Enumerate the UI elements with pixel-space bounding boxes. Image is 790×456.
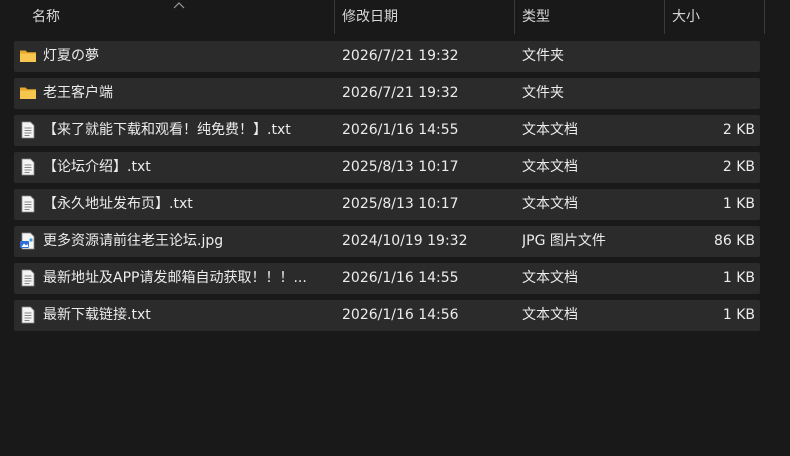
- file-type: 文件夹: [522, 85, 564, 101]
- file-type: 文本文档: [522, 122, 578, 138]
- column-header-type[interactable]: 类型: [516, 0, 664, 34]
- file-type: 文本文档: [522, 307, 578, 323]
- column-divider[interactable]: [514, 0, 515, 34]
- column-header-size[interactable]: 大小: [666, 0, 764, 34]
- text-file-icon: [21, 306, 35, 324]
- file-row[interactable]: 【永久地址发布页】.txt 2025/8/13 10:17 文本文档 1 KB: [14, 189, 760, 220]
- folder-icon: [20, 87, 36, 99]
- file-name: 【论坛介绍】.txt: [43, 159, 151, 175]
- file-explorer: 名称 修改日期 类型 大小 灯夏の夢 2026/7/21 19:32 文件夹 老…: [0, 0, 790, 456]
- file-date: 2025/8/13 10:17: [342, 159, 459, 175]
- file-list: 灯夏の夢 2026/7/21 19:32 文件夹 老王客户端 2026/7/21…: [14, 41, 760, 337]
- file-date: 2026/7/21 19:32: [342, 85, 459, 101]
- file-size: [664, 41, 755, 72]
- file-name: 最新地址及APP请发邮箱自动获取！！！...: [43, 270, 307, 286]
- file-row[interactable]: 最新下载链接.txt 2026/1/16 14:56 文本文档 1 KB: [14, 300, 760, 331]
- file-name: 最新下载链接.txt: [43, 307, 151, 323]
- file-type: 文本文档: [522, 159, 578, 175]
- file-size: 1 KB: [722, 196, 755, 212]
- file-type: 文本文档: [522, 270, 578, 286]
- column-header-date[interactable]: 修改日期: [336, 0, 514, 34]
- file-size: 1 KB: [722, 307, 755, 323]
- file-date: 2026/7/21 19:32: [342, 48, 459, 64]
- file-name: 【来了就能下载和观看！纯免费！】.txt: [43, 122, 291, 138]
- file-row[interactable]: 最新地址及APP请发邮箱自动获取！！！... 2026/1/16 14:55 文…: [14, 263, 760, 294]
- file-size: 2 KB: [722, 122, 755, 138]
- text-file-icon: [21, 158, 35, 176]
- file-date: 2024/10/19 19:32: [342, 233, 468, 249]
- file-type: JPG 图片文件: [522, 233, 606, 249]
- file-type: 文件夹: [522, 48, 564, 64]
- text-file-icon: [21, 269, 35, 287]
- file-date: 2026/1/16 14:55: [342, 270, 459, 286]
- column-divider[interactable]: [764, 0, 765, 34]
- file-size: [664, 78, 755, 109]
- folder-icon: [20, 50, 36, 62]
- text-file-icon: [21, 121, 35, 139]
- file-row[interactable]: 更多资源请前往老王论坛.jpg 2024/10/19 19:32 JPG 图片文…: [14, 226, 760, 257]
- file-name: 老王客户端: [43, 85, 113, 101]
- file-row[interactable]: 老王客户端 2026/7/21 19:32 文件夹: [14, 78, 760, 109]
- file-row[interactable]: 灯夏の夢 2026/7/21 19:32 文件夹: [14, 41, 760, 72]
- file-date: 2026/1/16 14:56: [342, 307, 459, 323]
- file-size: 1 KB: [722, 270, 755, 286]
- image-file-icon: [20, 232, 35, 250]
- file-type: 文本文档: [522, 196, 578, 212]
- file-row[interactable]: 【论坛介绍】.txt 2025/8/13 10:17 文本文档 2 KB: [14, 152, 760, 183]
- file-name: 灯夏の夢: [43, 48, 99, 64]
- file-name: 更多资源请前往老王论坛.jpg: [43, 233, 224, 249]
- file-size: 86 KB: [713, 233, 755, 249]
- column-divider[interactable]: [664, 0, 665, 34]
- column-header: 名称 修改日期 类型 大小: [0, 0, 790, 34]
- file-date: 2026/1/16 14:55: [342, 122, 459, 138]
- file-row[interactable]: 【来了就能下载和观看！纯免费！】.txt 2026/1/16 14:55 文本文…: [14, 115, 760, 146]
- column-divider[interactable]: [334, 0, 335, 34]
- file-name: 【永久地址发布页】.txt: [43, 196, 193, 212]
- text-file-icon: [21, 195, 35, 213]
- sort-ascending-icon: [173, 2, 185, 9]
- file-date: 2025/8/13 10:17: [342, 196, 459, 212]
- file-size: 2 KB: [722, 159, 755, 175]
